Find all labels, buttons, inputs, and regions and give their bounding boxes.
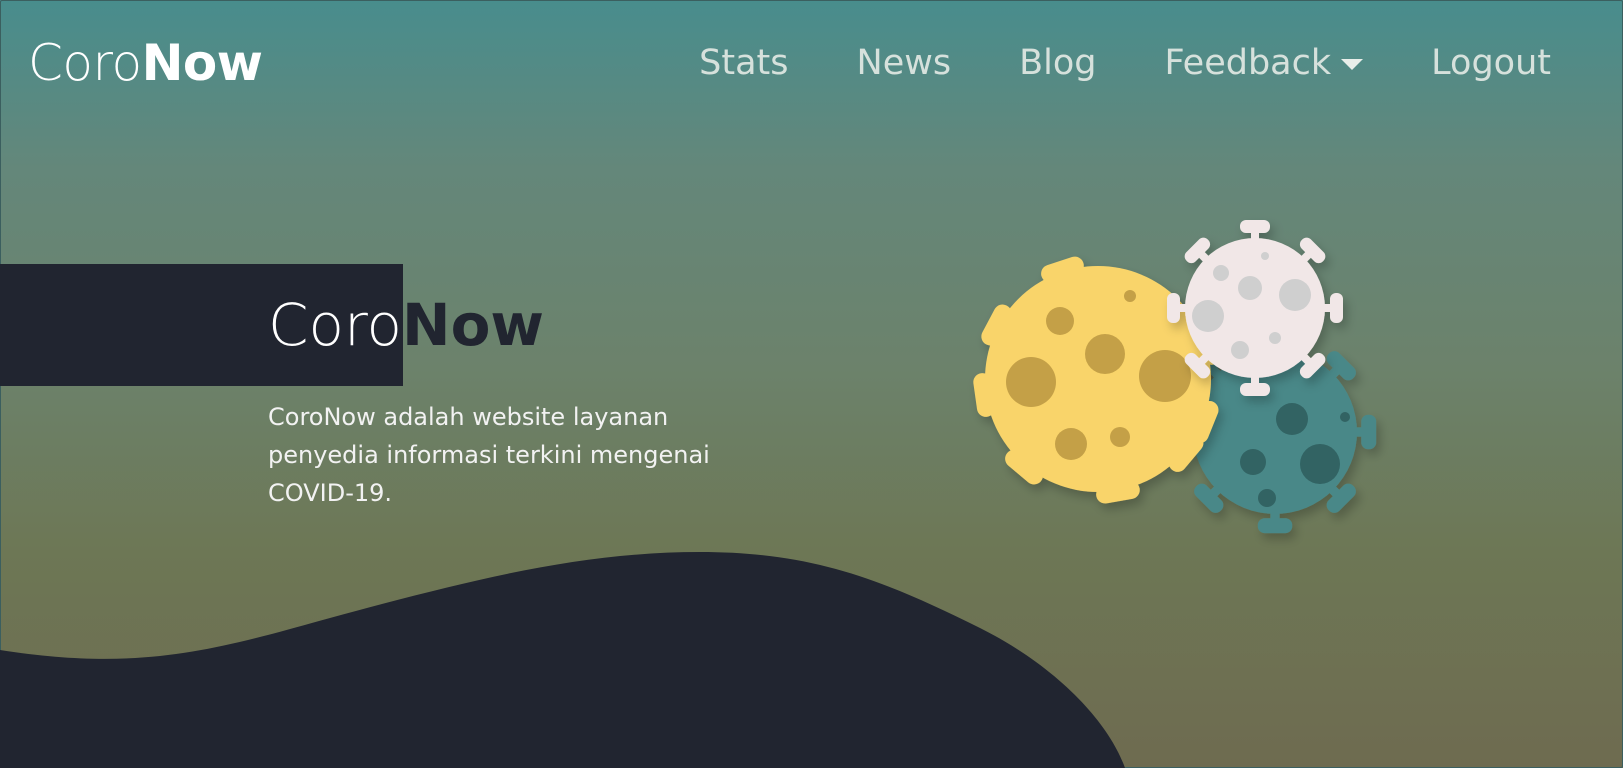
brand-logo-part1: Coro <box>28 34 142 92</box>
main-nav: Stats News Blog Feedback Logout <box>699 38 1551 88</box>
nav-stats-label: Stats <box>699 43 789 83</box>
hero-title-part1: Coro <box>268 291 403 359</box>
hero-description: CoroNow adalah website layanan penyedia … <box>268 403 710 507</box>
nav-blog[interactable]: Blog <box>1019 43 1096 83</box>
coronavirus-icon <box>972 220 1377 534</box>
hero-title-part2: Now <box>402 291 545 359</box>
brand-logo[interactable]: CoroNow <box>28 30 263 96</box>
brand-logo-part2: Now <box>141 34 263 92</box>
nav-logout[interactable]: Logout <box>1431 43 1551 83</box>
nav-logout-label: Logout <box>1431 43 1551 83</box>
caret-down-icon <box>1341 58 1364 70</box>
nav-feedback-dropdown[interactable]: Feedback <box>1164 43 1364 83</box>
nav-news-label: News <box>856 43 952 83</box>
virus-white <box>1167 220 1343 396</box>
nav-feedback-label: Feedback <box>1164 43 1332 83</box>
nav-blog-label: Blog <box>1019 43 1097 83</box>
virus-yellow <box>972 254 1223 505</box>
nav-stats[interactable]: Stats <box>699 43 788 83</box>
nav-news[interactable]: News <box>857 43 952 83</box>
hero-title: CoroNow <box>268 290 544 360</box>
